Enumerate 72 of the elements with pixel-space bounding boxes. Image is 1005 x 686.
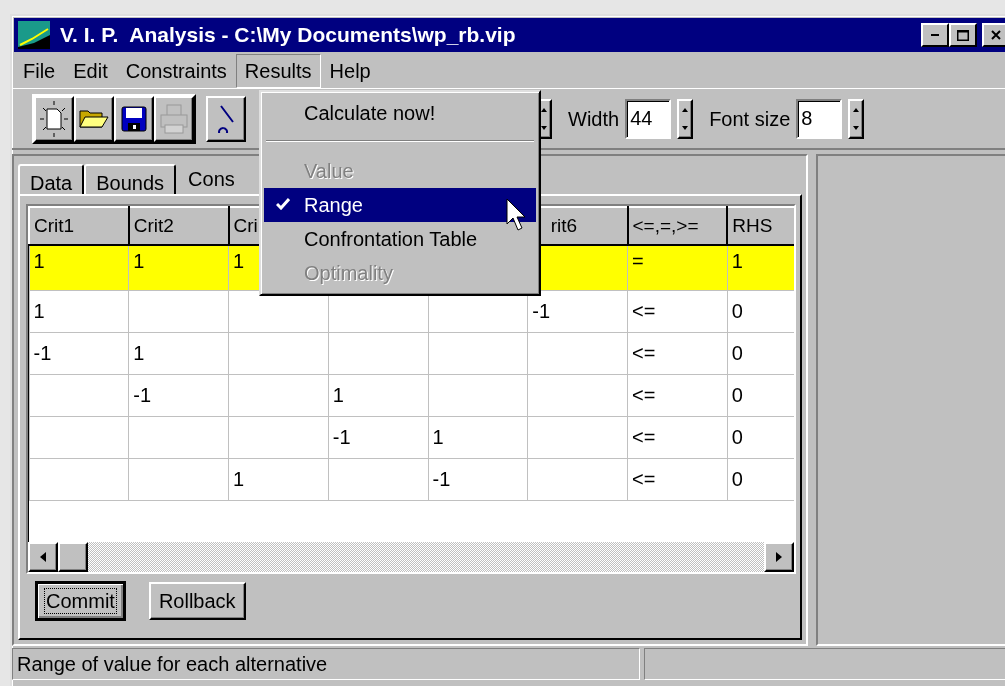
menu-item[interactable]: File bbox=[14, 54, 65, 88]
spin-button[interactable] bbox=[677, 98, 694, 139]
table-cell: 1 bbox=[432, 426, 444, 448]
minimize-icon bbox=[931, 34, 939, 36]
up-down-arrows-icon bbox=[540, 106, 548, 131]
menu-item[interactable]: Calculate now! bbox=[264, 96, 536, 130]
table-cell: 1 bbox=[233, 468, 245, 490]
new-button[interactable] bbox=[34, 95, 74, 142]
menu-item[interactable]: Constraints bbox=[116, 54, 236, 88]
tab[interactable]: Cons bbox=[176, 160, 247, 194]
font-size-field[interactable]: 8 bbox=[796, 98, 843, 139]
field-label: Font size bbox=[709, 106, 791, 132]
tab[interactable]: Bounds bbox=[84, 164, 177, 194]
menu-item[interactable]: Results bbox=[235, 54, 321, 88]
toolbar-button[interactable] bbox=[206, 95, 246, 142]
folder-icon bbox=[79, 109, 109, 128]
table-cell: = bbox=[632, 250, 644, 272]
app-logo-icon bbox=[18, 21, 50, 49]
scroll-thumb[interactable] bbox=[58, 542, 88, 572]
table-cell: 0 bbox=[731, 300, 743, 322]
horizontal-scrollbar[interactable] bbox=[28, 542, 794, 572]
table-cell: <= bbox=[632, 300, 656, 322]
left-arrow-icon bbox=[40, 552, 46, 562]
column-header: Crit1 bbox=[29, 207, 129, 245]
table-cell: <= bbox=[632, 384, 656, 406]
rollback-button[interactable]: Rollback bbox=[148, 582, 246, 620]
save-button[interactable] bbox=[114, 95, 154, 142]
tab[interactable]: Data bbox=[18, 164, 85, 194]
table-cell: <= bbox=[632, 468, 656, 490]
column-header: RHS bbox=[727, 207, 794, 245]
table-cell: 1 bbox=[133, 250, 145, 272]
window-title: V. I. P. Analysis - C:\My Documents\wp_rb.vip bbox=[60, 22, 516, 49]
up-down-arrows-icon bbox=[681, 106, 690, 131]
close-icon bbox=[991, 30, 1001, 40]
maximize-icon bbox=[957, 29, 969, 41]
status-message: Range of value for each alternative bbox=[12, 648, 640, 680]
column-header: <=,=,>= bbox=[627, 207, 728, 245]
width-field[interactable]: 44 bbox=[625, 98, 672, 139]
table-cell: -1 bbox=[532, 300, 551, 322]
scroll-left-button[interactable] bbox=[28, 542, 58, 572]
commit-button[interactable]: Commit bbox=[36, 582, 125, 620]
maximize-button[interactable] bbox=[949, 23, 977, 47]
table-cell: 1 bbox=[33, 250, 45, 272]
up-down-arrows-icon bbox=[852, 106, 861, 131]
table-cell: <= bbox=[632, 342, 656, 364]
table-cell: -1 bbox=[33, 342, 52, 364]
table-cell: 0 bbox=[731, 468, 743, 490]
table-cell: 1 bbox=[133, 342, 145, 364]
printer-icon bbox=[160, 103, 188, 134]
table-cell: 0 bbox=[731, 342, 743, 364]
table-cell: 0 bbox=[731, 384, 743, 406]
close-button[interactable] bbox=[982, 23, 1005, 47]
right-arrow-icon bbox=[776, 552, 782, 562]
open-button[interactable] bbox=[74, 95, 114, 142]
table-cell: 1 bbox=[233, 250, 245, 272]
table-cell: 1 bbox=[33, 300, 45, 322]
menu-item[interactable]: Edit bbox=[64, 54, 117, 88]
table-cell: -1 bbox=[432, 468, 451, 490]
table-cell: <= bbox=[632, 426, 656, 448]
table-cell: 0 bbox=[731, 426, 743, 448]
table-cell: 1 bbox=[332, 384, 344, 406]
menu-item[interactable]: Range bbox=[264, 188, 536, 222]
field-label: Width bbox=[568, 106, 620, 132]
scroll-right-button[interactable] bbox=[764, 542, 794, 572]
table-cell: -1 bbox=[133, 384, 152, 406]
spin-button[interactable] bbox=[848, 98, 865, 139]
menu-item[interactable]: Help bbox=[320, 54, 380, 88]
mouse-pointer-icon bbox=[506, 198, 528, 232]
table-cell: 1 bbox=[731, 250, 743, 272]
table-cell: -1 bbox=[332, 426, 351, 448]
minimize-button[interactable] bbox=[921, 23, 949, 47]
column-header: Crit2 bbox=[128, 207, 229, 245]
